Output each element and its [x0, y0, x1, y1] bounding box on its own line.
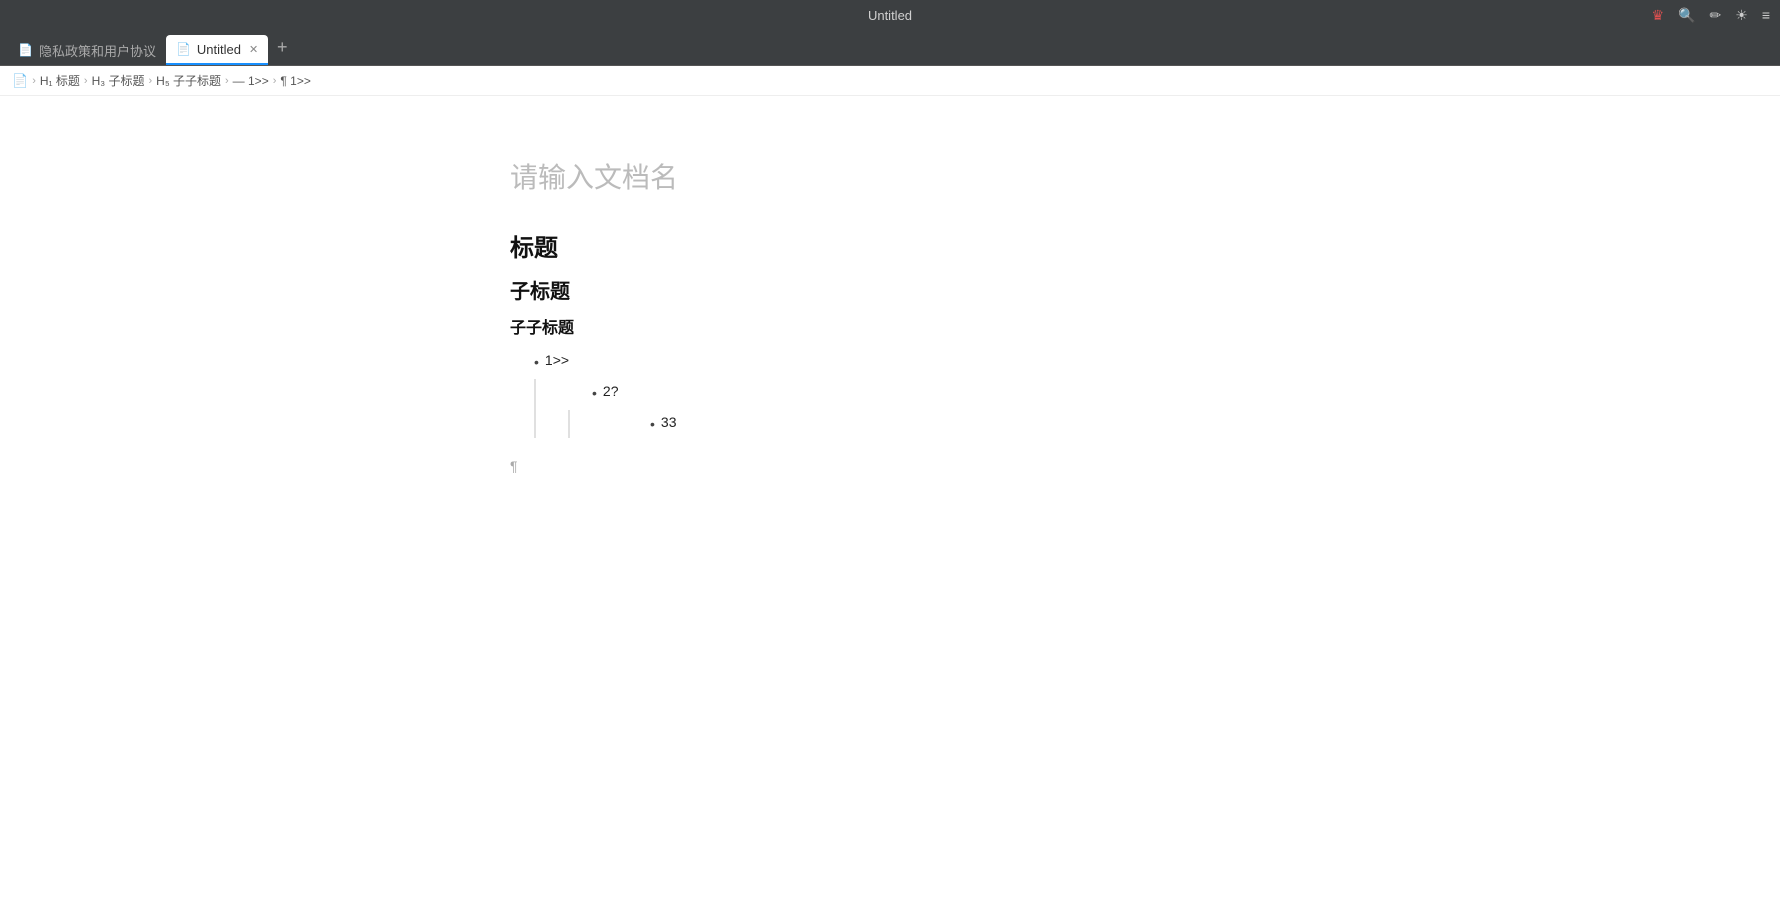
list-item-2[interactable]: 2?	[592, 379, 1270, 406]
window-title: Untitled	[868, 8, 912, 23]
list-level-2-group: 2?	[544, 379, 1270, 406]
list-container: 1>> 2? 33	[510, 348, 1270, 438]
editor-content: 请输入文档名 标题 子标题 子子标题 1>> 2?	[510, 96, 1270, 911]
breadcrumb-sep-2: ›	[148, 75, 152, 87]
breadcrumb-sep-0: ›	[32, 75, 36, 87]
breadcrumb-sep-4: ›	[273, 75, 277, 87]
tab-label-privacy: 隐私政策和用户协议	[39, 41, 156, 60]
list-indent-level2: 2? 33	[534, 379, 1270, 437]
tab-file-icon-privacy: 📄	[18, 43, 33, 57]
tab-label-untitled: Untitled	[197, 42, 241, 57]
breadcrumb-h5[interactable]: H₅ 子子标题	[156, 72, 221, 89]
breadcrumb-h1[interactable]: H₁ 标题	[40, 72, 80, 89]
list-item-1[interactable]: 1>>	[534, 348, 1270, 375]
list-item-2-text: 2?	[603, 379, 619, 404]
breadcrumb-para1[interactable]: ¶ 1>>	[280, 74, 310, 88]
list-level-3-group: 33	[578, 410, 1270, 437]
list-indent-level3: 33	[568, 410, 1270, 437]
paragraph-marker: ¶	[510, 458, 1270, 474]
list-item-3[interactable]: 33	[650, 410, 1270, 437]
breadcrumb-h3[interactable]: H₃ 子标题	[92, 72, 145, 89]
list-item-1-text: 1>>	[545, 348, 569, 373]
menu-icon[interactable]: ≡	[1762, 7, 1770, 23]
list-level-1-group: 1>>	[510, 348, 1270, 375]
breadcrumb-sep-3: ›	[225, 75, 229, 87]
edit-icon[interactable]: ✏	[1710, 7, 1722, 24]
heading-h3[interactable]: 子标题	[510, 275, 1270, 304]
tabbar: 📄 隐私政策和用户协议 📄 Untitled ✕ +	[0, 30, 1780, 66]
search-icon[interactable]: 🔍	[1678, 7, 1695, 24]
breadcrumb-sep-1: ›	[84, 75, 88, 87]
breadcrumb-file-icon: 📄	[12, 73, 28, 89]
breadcrumb: 📄 › H₁ 标题 › H₃ 子标题 › H₅ 子子标题 › — 1>> › ¶…	[0, 66, 1780, 96]
crown-icon[interactable]: ♛	[1652, 7, 1665, 24]
doc-title-input[interactable]: 请输入文档名	[510, 156, 1270, 196]
breadcrumb-list1[interactable]: — 1>>	[233, 74, 269, 88]
titlebar: Untitled ♛ 🔍 ✏ ☀ ≡	[0, 0, 1780, 30]
tab-close-button[interactable]: ✕	[249, 43, 258, 56]
tab-privacy[interactable]: 📄 隐私政策和用户协议	[8, 35, 166, 65]
heading-h1[interactable]: 标题	[510, 228, 1270, 263]
list-item-3-text: 33	[661, 410, 677, 435]
editor-area[interactable]: 请输入文档名 标题 子标题 子子标题 1>> 2?	[0, 96, 1780, 911]
sun-icon[interactable]: ☀	[1735, 7, 1748, 24]
tab-file-icon-untitled: 📄	[176, 42, 191, 56]
titlebar-controls: ♛ 🔍 ✏ ☀ ≡	[1652, 7, 1770, 24]
tab-untitled[interactable]: 📄 Untitled ✕	[166, 35, 268, 65]
heading-h5[interactable]: 子子标题	[510, 314, 1270, 338]
new-tab-button[interactable]: +	[268, 34, 296, 62]
